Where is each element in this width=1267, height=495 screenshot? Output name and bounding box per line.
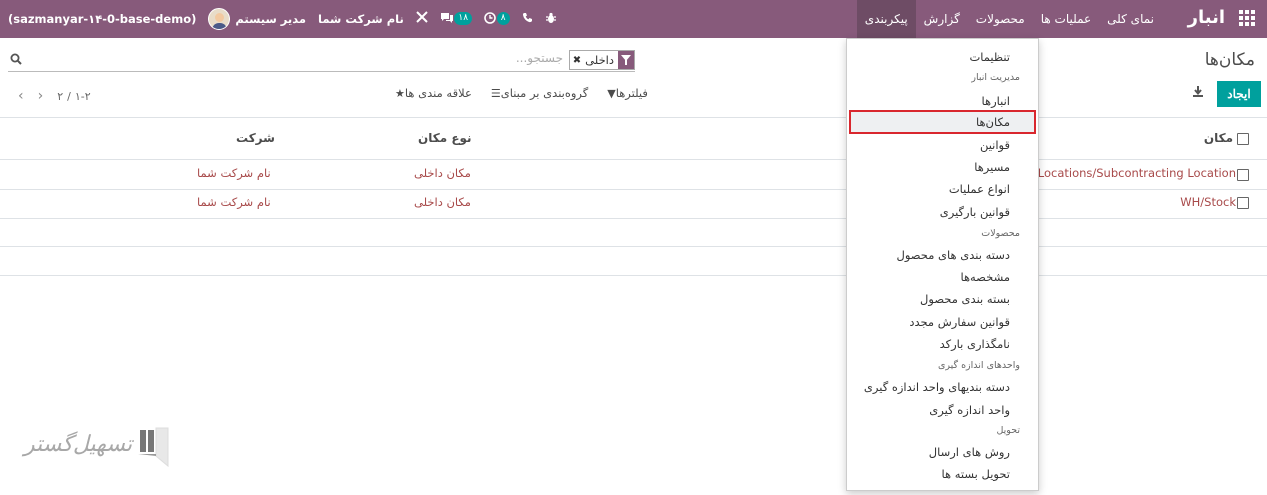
bars-icon: ☰ [490, 86, 501, 100]
debug-tools-icon[interactable] [416, 11, 428, 27]
dd-reordering-rules[interactable]: قوانین سفارش مجدد [909, 315, 1010, 329]
menu-overview[interactable]: نمای کلی [1099, 0, 1162, 38]
pager-total: ۲ [57, 89, 64, 103]
pager-separator: / [67, 89, 71, 103]
user-avatar [208, 8, 231, 30]
divider [0, 159, 1267, 160]
dd-rules[interactable]: قوانین [980, 138, 1010, 152]
phone-icon[interactable] [522, 12, 533, 26]
company-name[interactable]: نام شرکت شما [318, 12, 404, 26]
filters-button[interactable]: ▼ فیلترها [604, 86, 648, 100]
watermark-text: تسهیل‌گستر [24, 432, 133, 457]
dd-delivery-packages[interactable]: تحویل بسته ها [942, 467, 1010, 481]
divider [0, 218, 1267, 219]
user-name: مدیر سیستم [235, 12, 307, 26]
divider [0, 246, 1267, 247]
apps-menu-icon[interactable] [1239, 10, 1255, 26]
activities-badge: ۸ [496, 11, 510, 25]
page-title: مکان‌ها [1204, 50, 1255, 70]
messages-menu[interactable]: ۱۸ [440, 11, 473, 27]
dd-operation-types[interactable]: انواع عملیات [949, 182, 1010, 196]
dd-settings[interactable]: تنظیمات [969, 50, 1010, 64]
dd-header-uom: واحدهای اندازه گیری [937, 360, 1020, 371]
dd-uom[interactable]: واحد اندازه گیری [929, 403, 1010, 417]
activities-menu[interactable]: ۸ [484, 11, 510, 27]
facet-remove-icon[interactable]: ✖ [570, 55, 581, 66]
create-button[interactable]: ایجاد [1217, 81, 1261, 107]
filter-icon: ▼ [607, 86, 616, 100]
search-icon[interactable] [10, 53, 24, 67]
menu-reporting[interactable]: گزارش [916, 0, 968, 38]
search-facet: داخلی ✖ [568, 50, 635, 70]
favorites-button[interactable]: ★ علاقه مندی ها [392, 86, 472, 100]
pager-value[interactable]: ۱-۲ [75, 90, 91, 103]
top-navbar: انبار نمای کلی عملیات ها محصولات گزارش پ… [0, 0, 1267, 38]
row-checkbox[interactable] [1237, 169, 1249, 181]
pager: ‹ › ۲ / ۱-۲ [18, 88, 91, 104]
dd-locations[interactable]: مکان‌ها [976, 115, 1010, 129]
cell-location: al Locations/Subcontracting Location [1023, 166, 1236, 180]
groupby-label: گروه‌بندی بر مبنای [500, 86, 589, 100]
dd-attributes[interactable]: مشخصه‌ها [960, 270, 1010, 284]
database-name: (sazmanyar-۱۴-0-base-demo) [8, 12, 197, 26]
facet-value: داخلی [585, 53, 614, 67]
user-menu[interactable]: مدیر سیستم [208, 8, 306, 30]
chevron-right-icon[interactable]: › [38, 88, 44, 104]
star-icon: ★ [395, 86, 405, 100]
cell-location: WH/Stock [1180, 195, 1236, 209]
chat-icon [440, 12, 453, 23]
column-company[interactable]: شرکت [236, 131, 275, 145]
app-brand[interactable]: انبار [1188, 7, 1225, 28]
download-icon[interactable] [1191, 85, 1205, 99]
dd-putaway-rules[interactable]: قوانین بارگیری [940, 205, 1010, 219]
dd-barcode-nomenclatures[interactable]: نامگذاری بارکد [940, 337, 1010, 351]
bug-icon[interactable] [545, 12, 557, 27]
select-all-checkbox[interactable] [1237, 133, 1249, 145]
dd-shipping-methods[interactable]: روش های ارسال [929, 445, 1010, 459]
search-options: ▼ فیلترها ☰ گروه‌بندی بر مبنای ★ علاقه م… [376, 86, 648, 100]
column-location[interactable]: مکان [1204, 131, 1233, 145]
divider [0, 275, 1267, 276]
column-location-type[interactable]: نوع مکان [418, 131, 472, 145]
dd-header-products: محصولات [981, 228, 1020, 239]
menu-configuration[interactable]: پیکربندی [856, 0, 916, 38]
cell-location-type: مکان داخلی [414, 195, 471, 209]
dd-warehouses[interactable]: انبارها [982, 94, 1011, 108]
filter-facet-icon [618, 51, 634, 69]
search-bar: داخلی ✖ [8, 50, 635, 72]
dd-header-warehouse: مدیریت انبار [971, 72, 1020, 83]
clock-icon [484, 11, 496, 24]
divider [0, 117, 1267, 118]
divider [0, 189, 1267, 190]
cell-company: نام شرکت شما [197, 195, 271, 209]
dd-header-delivery: تحویل [996, 425, 1020, 436]
messages-badge: ۱۸ [454, 11, 473, 25]
dd-routes[interactable]: مسیرها [974, 160, 1010, 174]
dd-product-packagings[interactable]: بسته بندی محصول [920, 292, 1010, 306]
dd-product-categories[interactable]: دسته بندی های محصول [897, 248, 1011, 262]
menu-operations[interactable]: عملیات ها [1033, 0, 1099, 38]
configuration-dropdown: تنظیمات مدیریت انبار انبارها مکان‌ها قوا… [846, 38, 1039, 491]
watermark-logo: تسهیل‌گستر [22, 426, 172, 470]
cell-location-type: مکان داخلی [414, 166, 471, 180]
menu-products[interactable]: محصولات [968, 0, 1033, 38]
cell-company: نام شرکت شما [197, 166, 271, 180]
favorites-label: علاقه مندی ها [404, 86, 472, 100]
navbar-systray: (sazmanyar-۱۴-0-base-demo) مدیر سیستم نا… [8, 0, 569, 38]
dd-uom-categories[interactable]: دسته بندیهای واحد اندازه گیری [864, 380, 1010, 394]
groupby-button[interactable]: ☰ گروه‌بندی بر مبنای [488, 86, 588, 100]
main-menu: نمای کلی عملیات ها محصولات گزارش پیکربند… [856, 0, 1162, 38]
search-input[interactable] [263, 51, 563, 65]
row-checkbox[interactable] [1237, 197, 1249, 209]
chevron-left-icon[interactable]: ‹ [18, 88, 24, 104]
filters-label: فیلترها [615, 86, 648, 100]
